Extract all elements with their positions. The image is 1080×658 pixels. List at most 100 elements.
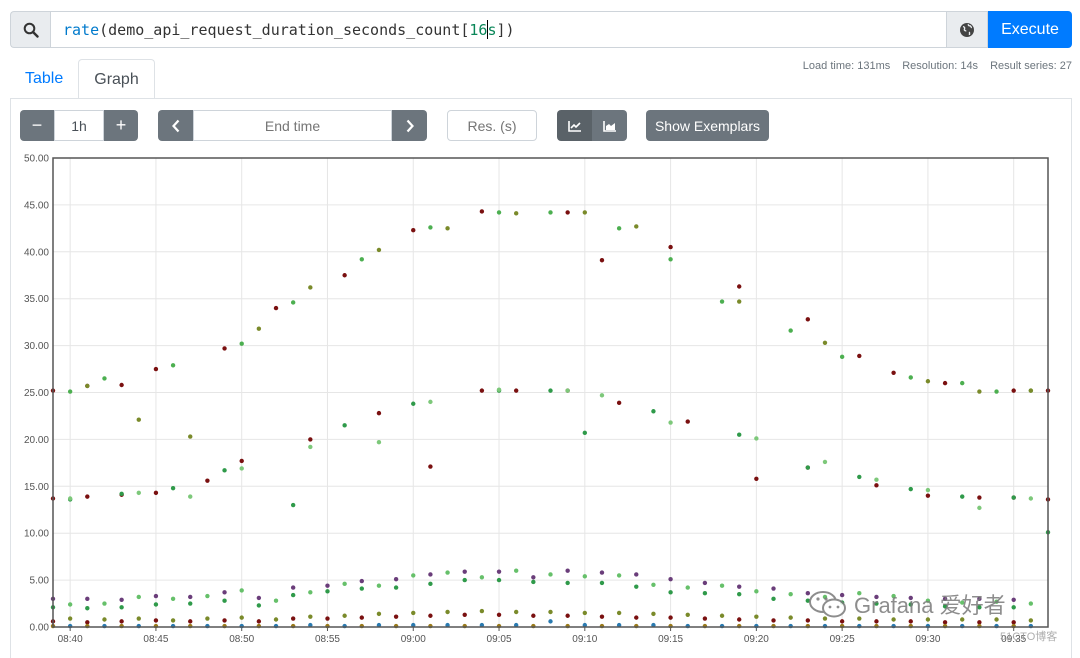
- data-point: [1028, 618, 1034, 623]
- data-point: [891, 370, 896, 376]
- data-point: [737, 617, 742, 622]
- data-point: [685, 585, 690, 590]
- data-point: [599, 258, 605, 263]
- data-point: [67, 616, 73, 621]
- data-point: [393, 576, 399, 582]
- data-point: [188, 434, 193, 439]
- data-point: [754, 614, 759, 619]
- data-point: [479, 388, 485, 393]
- data-point: [136, 417, 141, 422]
- data-point: [205, 478, 210, 483]
- data-point: [342, 423, 347, 428]
- data-point: [565, 568, 570, 573]
- data-point: [342, 613, 347, 618]
- data-point: [290, 502, 296, 508]
- data-point: [771, 596, 776, 602]
- data-point: [651, 611, 656, 617]
- data-point: [496, 577, 502, 583]
- x-tick-label: 08:55: [315, 634, 340, 645]
- data-point: [411, 401, 416, 406]
- data-point: [1011, 495, 1016, 500]
- data-point: [325, 583, 330, 588]
- data-point: [188, 601, 193, 606]
- data-point: [119, 597, 124, 602]
- data-point: [616, 226, 622, 231]
- data-point: [737, 584, 742, 589]
- data-point: [359, 586, 364, 591]
- y-tick-label: 40.00: [24, 247, 49, 258]
- data-point: [634, 615, 639, 620]
- y-axis-ticks: 0.00 5.00 10.00 15.00 20.00 25.00 30.00 35.00 40…: [24, 154, 49, 634]
- data-point: [188, 494, 193, 499]
- data-point: [170, 618, 176, 623]
- data-point: [445, 609, 450, 615]
- data-point: [153, 602, 159, 607]
- x-axis-ticks: 08:40 08:45 08:50 08:55 09:00 09:05 09:10 09:15…: [58, 634, 1027, 645]
- y-tick-label: 35.00: [24, 294, 49, 305]
- data-point: [136, 490, 141, 496]
- data-point: [256, 619, 262, 624]
- data-point: [599, 580, 605, 586]
- data-point: [1028, 388, 1034, 393]
- data-point: [342, 273, 347, 278]
- data-point: [256, 326, 262, 331]
- data-point: [239, 341, 244, 346]
- data-point: [1028, 496, 1034, 501]
- data-point: [170, 363, 176, 368]
- data-point: [788, 328, 793, 333]
- x-tick-label: 09:25: [830, 634, 855, 645]
- data-point: [308, 590, 313, 595]
- data-point: [290, 585, 296, 590]
- data-point: [428, 464, 433, 469]
- data-point: [1011, 620, 1016, 625]
- data-point: [376, 247, 382, 253]
- data-point: [582, 430, 588, 436]
- data-point: [634, 572, 639, 577]
- data-point: [239, 588, 244, 593]
- data-point: [582, 610, 588, 616]
- data-point: [977, 495, 982, 500]
- data-point: [342, 581, 347, 587]
- data-point: [634, 584, 639, 589]
- data-point: [239, 458, 244, 464]
- data-point: [188, 619, 193, 624]
- data-point: [634, 224, 639, 229]
- data-point: [788, 591, 793, 597]
- data-point: [565, 388, 570, 393]
- data-point: [685, 419, 690, 424]
- data-point: [290, 616, 296, 621]
- data-point: [616, 400, 622, 406]
- data-point: [411, 573, 416, 578]
- data-point: [325, 589, 330, 594]
- data-point: [445, 570, 450, 575]
- data-point: [565, 613, 570, 618]
- data-point: [531, 579, 536, 585]
- y-tick-label: 10.00: [24, 529, 49, 540]
- data-point: [651, 409, 656, 414]
- data-point: [942, 380, 948, 386]
- data-point: [651, 582, 656, 587]
- x-tick-label: 09:20: [744, 634, 769, 645]
- data-point: [496, 612, 502, 618]
- data-point: [839, 354, 845, 360]
- data-point: [205, 616, 210, 621]
- data-point: [513, 211, 519, 216]
- data-point: [479, 575, 485, 580]
- y-tick-label: 25.00: [24, 388, 49, 399]
- data-point: [977, 389, 982, 394]
- data-point: [308, 444, 313, 450]
- data-point: [376, 410, 382, 416]
- data-point: [222, 618, 227, 623]
- data-point: [462, 612, 467, 618]
- data-point: [599, 570, 605, 575]
- data-point: [325, 616, 330, 621]
- data-point: [428, 225, 433, 230]
- data-point: [462, 569, 467, 574]
- data-point: [85, 383, 90, 389]
- y-tick-label: 15.00: [24, 482, 49, 493]
- data-point: [359, 578, 364, 584]
- data-point: [85, 620, 90, 625]
- data-point: [668, 576, 673, 582]
- data-point: [308, 285, 313, 290]
- data-point: [462, 577, 467, 583]
